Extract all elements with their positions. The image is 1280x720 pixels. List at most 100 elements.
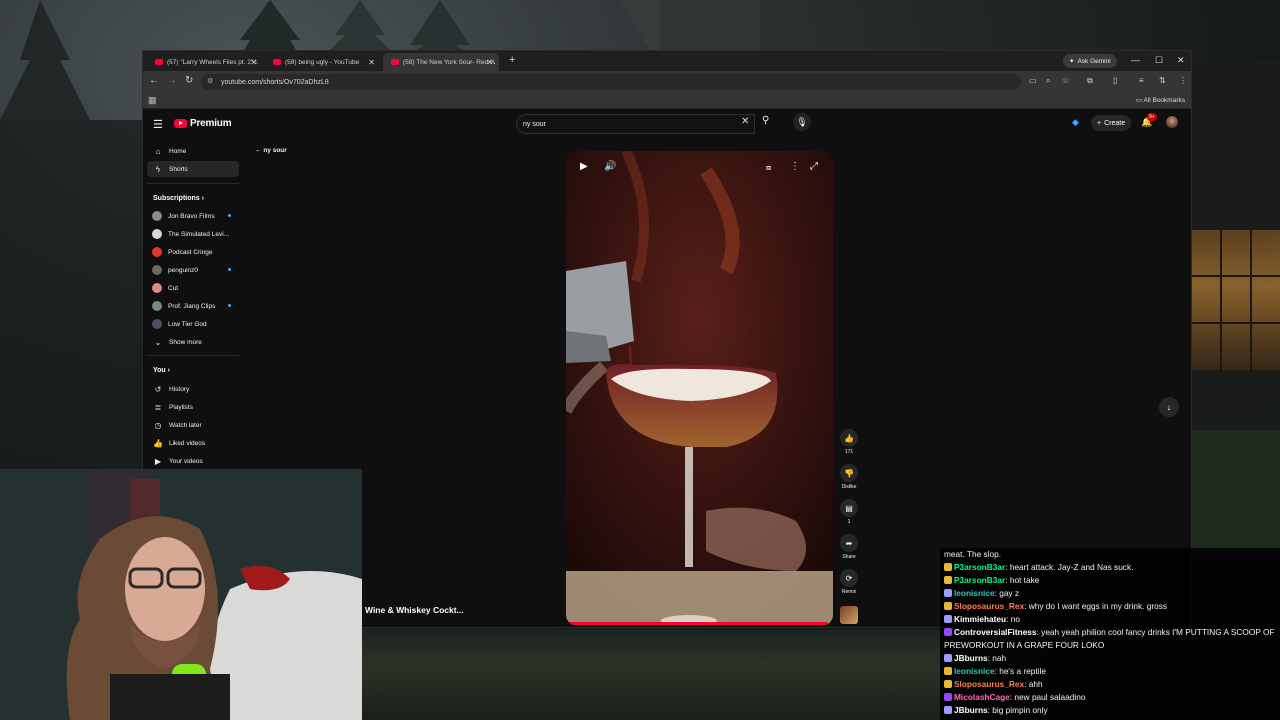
like-action[interactable]: 👍 171 — [837, 429, 861, 455]
chat-text: big pimpin only — [992, 705, 1048, 715]
youtube-logo-icon — [174, 119, 187, 128]
chat-badge-icon — [944, 628, 952, 636]
reload-icon[interactable]: ↻ — [185, 75, 193, 86]
close-icon[interactable]: ✕ — [486, 58, 493, 67]
video-progress-bar[interactable] — [566, 622, 833, 625]
chat-message: MicolashCage: new paul salaadino — [942, 691, 1278, 704]
chat-username[interactable]: ControversialFitness — [954, 627, 1037, 637]
more-options-icon[interactable]: ⋮ — [790, 161, 800, 172]
chat-username[interactable]: Kimmiehateu — [954, 614, 1006, 624]
webcam-scene — [0, 469, 362, 720]
tab-strip: (57) "Larry Wheels Files pt. 2" I... ✕ (… — [143, 51, 1191, 71]
browser-menu-icon[interactable]: ⋮ — [1179, 76, 1187, 85]
tab-being-ugly[interactable]: (58) being ugly - YouTube ✕ — [265, 53, 381, 71]
close-icon[interactable]: ✕ — [368, 58, 375, 67]
chat-username[interactable]: MicolashCage — [954, 692, 1010, 702]
sidebar-item-penguinz0[interactable]: penguinz0 — [147, 262, 239, 278]
window-close-icon[interactable]: ✕ — [1177, 55, 1185, 66]
sidebar-item-podcast-cringe[interactable]: Podcast Cringe — [147, 244, 239, 260]
sidebar-item-playlists[interactable]: ≣ Playlists — [147, 399, 239, 415]
search-input[interactable]: ny sour — [516, 114, 755, 134]
chat-username[interactable]: Sloposaurus_Rex — [954, 601, 1024, 611]
voice-search-button[interactable]: 🎙 — [793, 113, 811, 131]
account-avatar[interactable] — [1166, 116, 1178, 128]
next-short-button[interactable]: ↓ — [1159, 397, 1179, 417]
dislike-action[interactable]: 👎 Dislike — [837, 464, 861, 490]
search-icon[interactable]: ⚲ — [762, 115, 769, 126]
chat-username[interactable]: JBburns — [954, 705, 988, 715]
chat-badge-icon — [944, 706, 952, 714]
chat-message: P3arsonB3ar: hot take — [942, 574, 1278, 587]
sidebar-item-jon-bravo-films[interactable]: Jon Bravo Films — [147, 208, 239, 224]
chat-username[interactable]: leonisnice — [954, 666, 995, 676]
fullscreen-icon[interactable]: ⤢ — [810, 161, 818, 172]
back-to-search-link[interactable]: ← ny sour — [255, 147, 287, 154]
youtube-premium-logo[interactable]: Premium — [174, 118, 232, 129]
tab-larry-wheels[interactable]: (57) "Larry Wheels Files pt. 2" I... ✕ — [147, 53, 263, 71]
chat-username[interactable]: JBburns — [954, 653, 988, 663]
tab-new-york-sour[interactable]: (58) The New York Sour- Red W... ✕ — [383, 53, 499, 71]
chat-badge-icon — [944, 602, 952, 610]
chat-badge-icon — [944, 654, 952, 662]
stream-chat: meat. The slop. P3arsonB3ar: heart attack… — [940, 548, 1280, 720]
all-bookmarks-link[interactable]: ▭ All Bookmarks — [1136, 96, 1185, 104]
create-button[interactable]: + Create — [1091, 115, 1132, 131]
sidebar-item-low-tier-god[interactable]: Low Tier God — [147, 316, 239, 332]
maximize-icon[interactable]: ☐ — [1155, 55, 1163, 66]
apps-grid-icon[interactable]: ▦ — [148, 95, 157, 106]
sidebar-item-watch-later[interactable]: ◷ Watch later — [147, 417, 239, 433]
sidebar-item-label: Jon Bravo Films — [168, 212, 215, 220]
sound-thumbnail[interactable] — [840, 606, 858, 624]
sidebar-item-label: Shorts — [169, 165, 188, 173]
share-action[interactable]: ➦ Share — [837, 534, 861, 560]
sidebar-item-prof-jiang-clips[interactable]: Prof. Jiang Clips — [147, 298, 239, 314]
comments-action[interactable]: ▤ 1 — [837, 499, 861, 525]
play-icon[interactable]: ▶ — [580, 161, 588, 172]
chat-username[interactable]: P3arsonB3ar — [954, 575, 1005, 585]
cast-icon[interactable]: ▭ — [1029, 76, 1037, 85]
chat-text: nah — [992, 653, 1007, 663]
sidebar-item-simulated-levi[interactable]: The Simulated Levi... — [147, 226, 239, 242]
folder-icon: ▭ — [1135, 97, 1142, 104]
volume-icon[interactable]: 🔊 — [604, 161, 616, 172]
extension-icon[interactable]: ◆ — [1072, 117, 1079, 128]
shorts-video-player[interactable]: ▶ 🔊 ⧈ ⋮ ⤢ — [566, 151, 833, 625]
sidebar-item-cut[interactable]: Cut — [147, 280, 239, 296]
video-frame — [566, 151, 833, 625]
chat-username[interactable]: P3arsonB3ar — [954, 562, 1005, 572]
side-panel-icon[interactable]: ▯ — [1113, 76, 1117, 85]
downloads-icon[interactable]: ⇅ — [1159, 76, 1166, 85]
chat-text: heart attack. Jay-Z and Nas suck. — [1009, 562, 1134, 572]
back-arrow-icon[interactable]: ← — [149, 75, 159, 86]
sidebar-item-label: History — [169, 385, 190, 393]
sidebar-item-shorts[interactable]: ϟ Shorts — [147, 161, 239, 177]
chat-username[interactable]: leonisnice — [954, 588, 995, 598]
watch-later-icon: ◷ — [154, 420, 162, 430]
new-tab-button[interactable]: + — [509, 54, 515, 66]
chat-username[interactable]: Sloposaurus_Rex — [954, 679, 1024, 689]
subscriptions-heading[interactable]: Subscriptions › — [153, 195, 204, 202]
site-info-icon[interactable]: ⚙ — [207, 77, 213, 85]
hamburger-menu-icon[interactable]: ☰ — [153, 118, 163, 131]
bookmark-star-icon[interactable]: ☆ — [1062, 76, 1069, 85]
close-icon[interactable]: ✕ — [250, 58, 257, 67]
address-bar[interactable]: ⚙ youtube.com/shorts/Ov702aDhzL8 — [201, 74, 1021, 90]
minimize-icon[interactable]: — — [1131, 55, 1140, 65]
clear-search-icon[interactable]: ✕ — [741, 116, 749, 127]
new-content-dot — [228, 304, 231, 307]
sidebar-item-liked-videos[interactable]: 👍 Liked videos — [147, 435, 239, 451]
channel-avatar — [152, 211, 162, 221]
you-heading[interactable]: You › — [153, 367, 170, 374]
chat-message: JBburns: nah — [942, 652, 1278, 665]
zoom-icon[interactable]: ⌕ — [1046, 76, 1050, 86]
captions-icon[interactable]: ⧈ — [766, 163, 771, 173]
forward-arrow-icon[interactable]: → — [167, 75, 177, 86]
reading-list-icon[interactable]: ≡ — [1139, 76, 1144, 85]
sidebar-item-show-more[interactable]: ⌄ Show more — [147, 334, 239, 350]
sidebar-item-home[interactable]: ⌂ Home — [147, 143, 239, 159]
sidebar-item-your-videos[interactable]: ▶ Your videos — [147, 453, 239, 469]
extensions-icon[interactable]: ⧉ — [1087, 76, 1093, 86]
ask-gemini-button[interactable]: ✦ Ask Gemini — [1063, 54, 1117, 68]
remix-action[interactable]: ⟳ Remix — [837, 569, 861, 595]
sidebar-item-history[interactable]: ↺ History — [147, 381, 239, 397]
